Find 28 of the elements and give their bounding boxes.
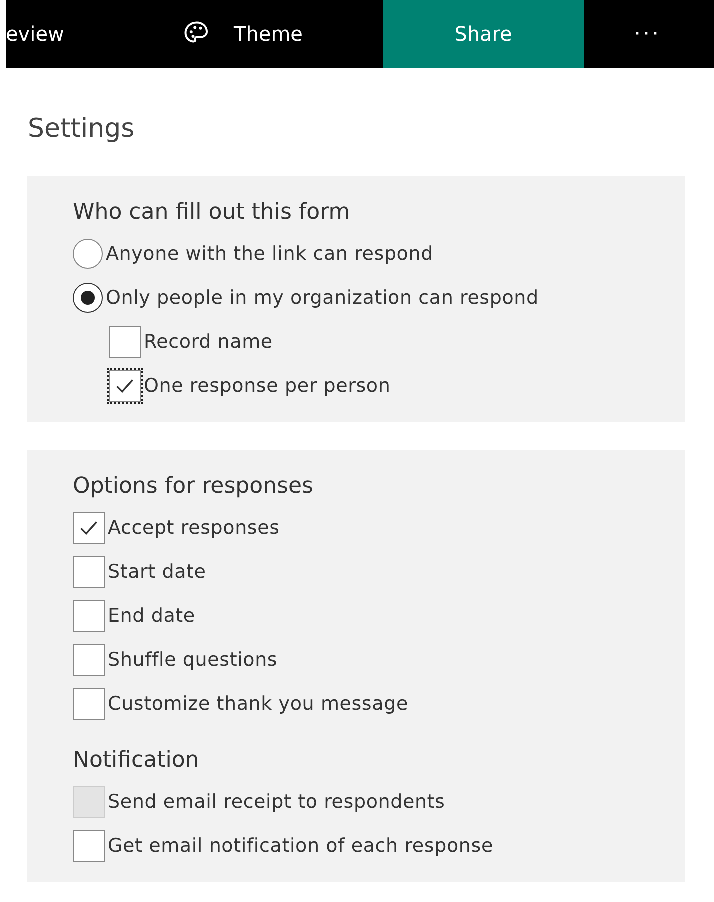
checkbox[interactable]	[73, 688, 105, 720]
radio-button[interactable]	[73, 239, 103, 269]
option-label: Anyone with the link can respond	[106, 243, 434, 265]
section-heading: Notification	[73, 746, 200, 774]
theme-button[interactable]: Theme	[182, 0, 383, 68]
section-heading: Who can fill out this form	[73, 198, 352, 226]
option-label: Send email receipt to respondents	[108, 791, 446, 813]
option-label: Only people in my organization can respond	[106, 287, 539, 309]
checkbox[interactable]	[73, 556, 105, 588]
section-heading: Options for responses	[73, 472, 315, 500]
checkbox[interactable]	[73, 830, 105, 862]
checkbox[interactable]	[73, 644, 105, 676]
checkbox[interactable]	[73, 512, 105, 544]
option-label: Record name	[144, 331, 273, 353]
more-button[interactable]: ···	[634, 0, 661, 68]
option-label: Customize thank you message	[108, 693, 408, 715]
option-label: End date	[108, 605, 196, 627]
checkbox[interactable]	[73, 600, 105, 632]
option-label: Accept responses	[108, 517, 280, 539]
option-label: One response per person	[144, 375, 391, 397]
preview-button[interactable]: eview	[6, 0, 182, 68]
share-button[interactable]: Share	[383, 0, 584, 68]
checkbox[interactable]	[109, 326, 141, 358]
option-label: Get email notification of each response	[108, 835, 494, 857]
option-label: Shuffle questions	[108, 649, 278, 671]
option-label: Start date	[108, 561, 206, 583]
page-title: Settings	[28, 114, 136, 146]
radio-button[interactable]	[73, 283, 103, 313]
